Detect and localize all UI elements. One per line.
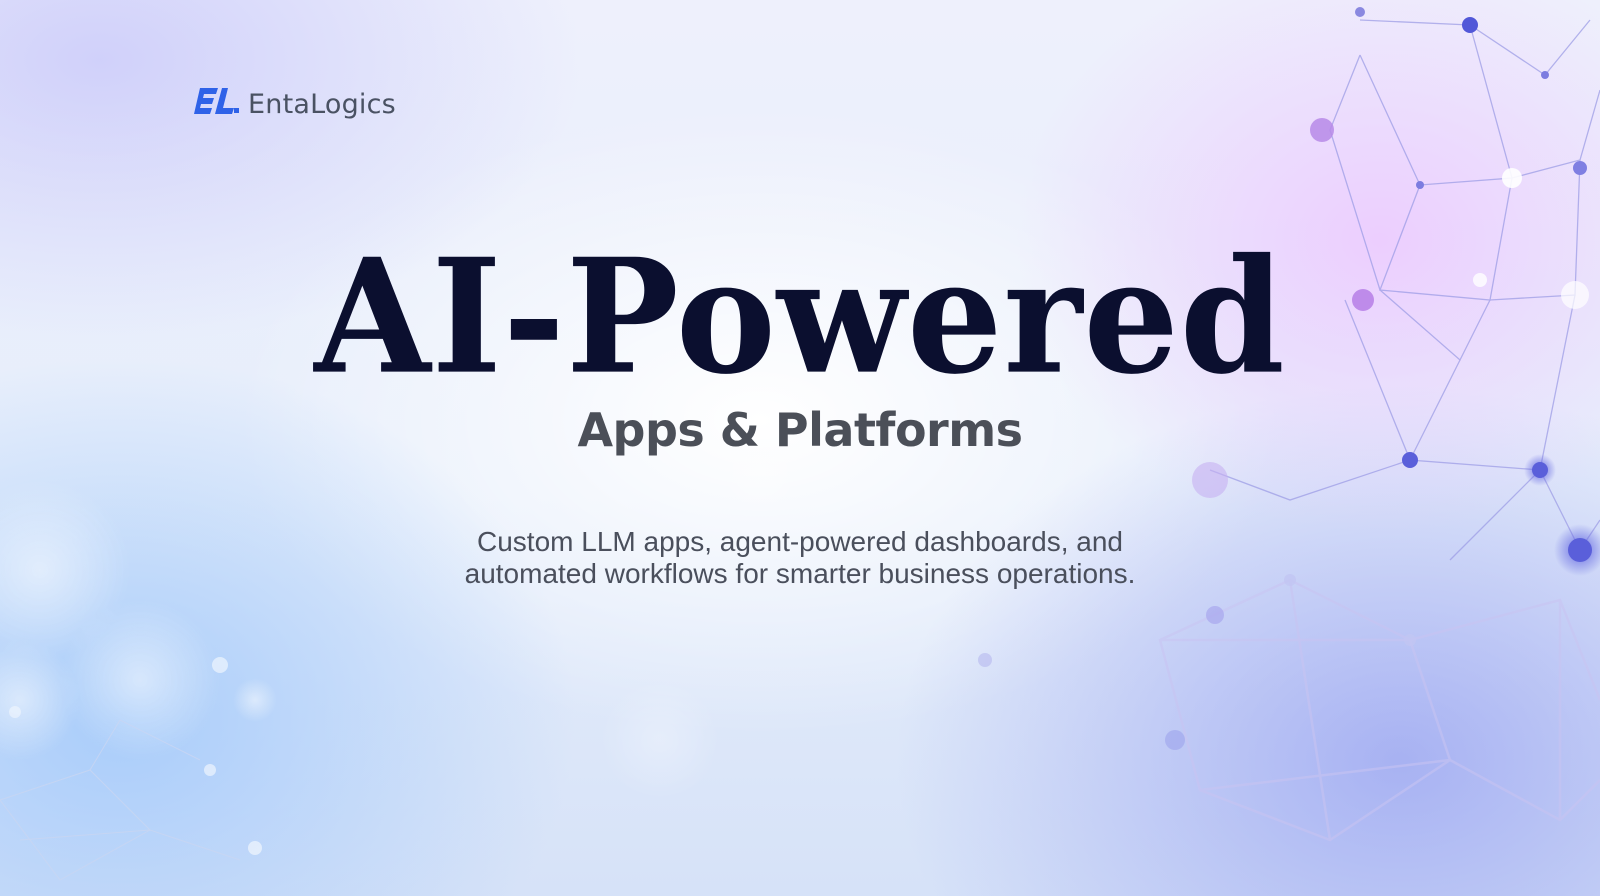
hero-subtitle: Apps & Platforms — [577, 403, 1023, 457]
hero-title: AI-Powered — [314, 224, 1286, 410]
hero-description-line: Custom LLM apps, agent-powered dashboard… — [477, 526, 1123, 557]
brand-logo[interactable]: EntaLogics — [194, 86, 396, 122]
hero-description: Custom LLM apps, agent-powered dashboard… — [300, 526, 1300, 590]
bokeh-lights — [0, 480, 277, 855]
hero-description-line: automated workflows for smarter business… — [464, 558, 1136, 589]
entalogics-logo-icon — [194, 88, 239, 114]
brand-name: EntaLogics — [248, 88, 396, 120]
